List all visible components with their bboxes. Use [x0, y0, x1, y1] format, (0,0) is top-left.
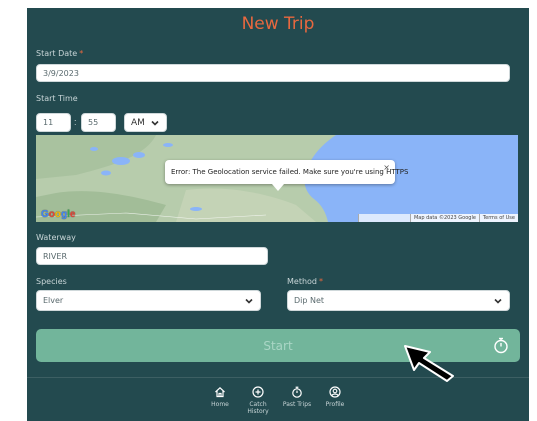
nav-item-past-trips[interactable]: Past Trips: [277, 386, 317, 408]
waterway-field[interactable]: RIVER: [36, 247, 268, 265]
plus-circle-icon: [252, 386, 264, 398]
home-icon: [215, 386, 225, 398]
terms-of-use-link[interactable]: Terms of Use: [478, 214, 518, 222]
stopwatch-icon: [292, 386, 302, 398]
nav-item-catch-history[interactable]: Catch History: [238, 386, 278, 415]
popup-pointer: [272, 184, 284, 191]
ampm-select[interactable]: AM: [124, 113, 167, 132]
google-logo: Google: [41, 209, 76, 220]
time-separator: :: [74, 117, 77, 127]
bottom-navigation: Home Catch History Past Trips Profile: [27, 377, 529, 421]
method-label: Method *: [287, 277, 324, 286]
stopwatch-icon: [494, 337, 508, 354]
map-data-credit[interactable]: Map data ©2023 Google: [409, 214, 479, 222]
geolocation-error-text: Error: The Geolocation service failed. M…: [171, 168, 409, 176]
start-date-field[interactable]: 3/9/2023: [36, 64, 510, 82]
map-attribution: Map data ©2023 Google Terms of Use: [357, 214, 518, 222]
species-label: Species: [36, 277, 67, 286]
start-date-label: Start Date *: [36, 49, 84, 58]
chevron-down-icon: [151, 120, 159, 126]
profile-icon: [329, 386, 341, 398]
geolocation-error-popup: Error: The Geolocation service failed. M…: [165, 160, 408, 184]
hour-field[interactable]: 11: [36, 113, 71, 132]
close-icon[interactable]: ×: [383, 163, 390, 172]
species-select[interactable]: Elver: [36, 290, 261, 311]
nav-item-profile[interactable]: Profile: [315, 386, 355, 408]
chevron-down-icon: [245, 298, 253, 304]
chevron-down-icon: [494, 298, 502, 304]
minute-field[interactable]: 55: [81, 113, 116, 132]
waterway-label: Waterway: [36, 233, 76, 242]
page-title: New Trip: [241, 14, 315, 34]
nav-item-home[interactable]: Home: [200, 386, 240, 408]
map[interactable]: Error: The Geolocation service failed. M…: [36, 135, 518, 222]
start-time-label: Start Time: [36, 94, 78, 103]
mouse-cursor-icon: [404, 345, 454, 382]
method-select[interactable]: Dip Net: [287, 290, 510, 311]
keyboard-shortcuts-link[interactable]: [357, 214, 410, 222]
